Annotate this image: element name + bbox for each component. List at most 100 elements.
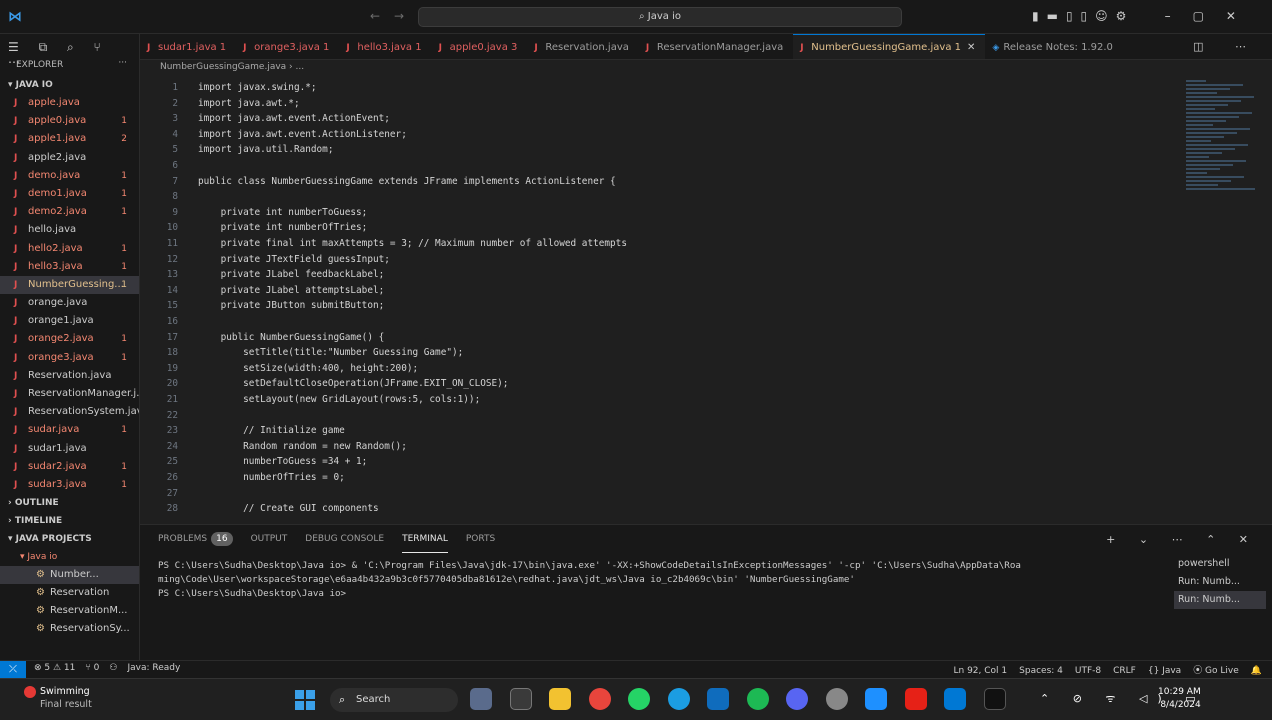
discord-icon[interactable]: [786, 688, 808, 710]
project-class-item[interactable]: Number...: [0, 566, 139, 585]
layout-icons[interactable]: ▮▬▯▯☺⚙: [1032, 9, 1134, 23]
code-line[interactable]: 25 numberToGuess =34 + 1;: [140, 454, 1184, 470]
file-item[interactable]: demo1.java 1: [0, 185, 139, 203]
panel-tab[interactable]: PROBLEMS 16: [158, 525, 233, 553]
editor-tab[interactable]: Release Notes: 1.92.0: [985, 35, 1123, 59]
code-line[interactable]: 12 private JTextField guessInput;: [140, 252, 1184, 268]
youtube-icon[interactable]: [904, 688, 927, 710]
window-controls[interactable]: –▢✕: [1165, 9, 1258, 23]
editor-tab[interactable]: sudar1.java 1: [140, 35, 236, 59]
code-line[interactable]: 21 setLayout(new GridLayout(rows:5, cols…: [140, 392, 1184, 408]
file-item[interactable]: NumberGuessing...1: [0, 275, 139, 295]
file-item[interactable]: sudar3.java 1: [0, 476, 139, 494]
status-item-right[interactable]: Ln 92, Col 1: [954, 666, 1008, 676]
file-item[interactable]: apple2.java: [0, 149, 139, 167]
code-line[interactable]: 16: [140, 314, 1184, 330]
spotify-icon[interactable]: [746, 688, 769, 710]
project-java-io[interactable]: ▾ Java io: [0, 548, 139, 566]
terminal-instance[interactable]: Run: Numb...: [1174, 573, 1266, 591]
activity-icons[interactable]: ☰ ⧉ ⌕ ⑂ ⋯: [0, 34, 139, 69]
more-icon[interactable]: ···: [118, 58, 127, 68]
editor-tab[interactable]: hello3.java 1: [339, 35, 431, 59]
file-item[interactable]: sudar2.java 1: [0, 458, 139, 476]
breadcrumb[interactable]: NumberGuessingGame.java › ...: [160, 62, 304, 78]
minimap[interactable]: [1186, 78, 1262, 198]
edge-icon[interactable]: [667, 688, 690, 710]
store-icon[interactable]: [707, 688, 729, 710]
widgets-app-icon[interactable]: [470, 688, 492, 710]
folder-root[interactable]: ▾ JAVA IO: [0, 76, 139, 94]
settings-icon[interactable]: [825, 688, 848, 710]
file-item[interactable]: orange2.java 1: [0, 330, 139, 348]
project-class-item[interactable]: ReservationSy...: [0, 620, 139, 638]
java-projects-section[interactable]: ▾ JAVA PROJECTS: [0, 530, 139, 548]
timeline-section[interactable]: › TIMELINE: [0, 512, 139, 530]
file-item[interactable]: demo2.java 1: [0, 203, 139, 221]
project-class-item[interactable]: ReservationM...: [0, 602, 139, 620]
file-item[interactable]: sudar.java 1: [0, 421, 139, 439]
code-line[interactable]: 1 import javax.swing.*;: [140, 80, 1184, 96]
terminal-instance[interactable]: powershell: [1174, 555, 1266, 573]
file-item[interactable]: apple0.java 1: [0, 112, 139, 130]
code-line[interactable]: 22: [140, 408, 1184, 424]
file-item[interactable]: ReservationManager.j...: [0, 385, 139, 403]
file-item[interactable]: apple1.java 2: [0, 130, 139, 148]
status-item-left[interactable]: Java: Ready: [127, 663, 180, 673]
code-line[interactable]: 18 setTitle(title:"Number Guessing Game"…: [140, 345, 1184, 361]
panel-tab[interactable]: TERMINAL: [402, 525, 448, 553]
code-line[interactable]: 17 public NumberGuessingGame() {: [140, 330, 1184, 346]
code-line[interactable]: 28 // Create GUI components: [140, 501, 1184, 517]
taskbar-search[interactable]: ⌕ Search: [330, 688, 458, 712]
status-item-left[interactable]: ⑂ 0: [85, 663, 99, 673]
nav-arrows[interactable]: ←→: [370, 9, 418, 23]
status-item-left[interactable]: ⚇: [109, 663, 117, 673]
file-item[interactable]: sudar1.java: [0, 440, 139, 458]
snipping-tool-icon[interactable]: [865, 688, 887, 710]
status-item-right[interactable]: 🔔: [1251, 666, 1262, 676]
clock[interactable]: 10:29 AM 8/4/2024: [1158, 686, 1201, 712]
code-line[interactable]: 9 private int numberToGuess;: [140, 205, 1184, 221]
file-item[interactable]: orange.java: [0, 294, 139, 312]
terminal-instance[interactable]: Run: Numb...: [1174, 591, 1266, 609]
project-class-item[interactable]: Reservation: [0, 584, 139, 602]
file-item[interactable]: hello.java: [0, 221, 139, 239]
start-button[interactable]: [295, 690, 315, 710]
panel-tab[interactable]: OUTPUT: [251, 525, 288, 553]
code-line[interactable]: 20 setDefaultCloseOperation(JFrame.EXIT_…: [140, 376, 1184, 392]
code-line[interactable]: 13 private JLabel feedbackLabel;: [140, 267, 1184, 283]
code-line[interactable]: 14 private JLabel attemptsLabel;: [140, 283, 1184, 299]
terminal-output[interactable]: PS C:\Users\Sudha\Desktop\Java io> & 'C:…: [158, 559, 1178, 601]
close-icon[interactable]: ✕: [967, 42, 975, 53]
code-line[interactable]: 11 private final int maxAttempts = 3; //…: [140, 236, 1184, 252]
file-explorer-icon[interactable]: [549, 688, 571, 710]
panel-tab[interactable]: DEBUG CONSOLE: [305, 525, 384, 553]
editor-tab[interactable]: ReservationManager.java: [639, 35, 793, 59]
status-item-right[interactable]: ⦿ Go Live: [1193, 666, 1239, 676]
status-item-right[interactable]: UTF-8: [1075, 666, 1101, 676]
panel-actions[interactable]: + ⌄ ⋯ ⌃ ✕: [1106, 533, 1258, 546]
code-line[interactable]: 24 Random random = new Random();: [140, 439, 1184, 455]
file-item[interactable]: demo.java 1: [0, 167, 139, 185]
code-line[interactable]: 4 import java.awt.event.ActionListener;: [140, 127, 1184, 143]
remote-icon[interactable]: ⤫: [0, 661, 26, 678]
file-item[interactable]: orange1.java: [0, 312, 139, 330]
tab-actions[interactable]: ◫ ⋯: [1193, 40, 1260, 53]
vscode-taskbar-icon[interactable]: [944, 688, 966, 710]
editor-tab[interactable]: Reservation.java: [527, 35, 638, 59]
chrome-icon[interactable]: [588, 688, 611, 710]
code-line[interactable]: 8: [140, 189, 1184, 205]
whatsapp-icon[interactable]: [628, 688, 650, 710]
file-item[interactable]: ReservationSystem.java: [0, 403, 139, 421]
code-line[interactable]: 5 import java.util.Random;: [140, 142, 1184, 158]
command-center-search[interactable]: ⌕ Java io: [418, 7, 902, 27]
file-item[interactable]: hello3.java 1: [0, 258, 139, 276]
vscode-logo-icon[interactable]: ⋈: [8, 9, 24, 25]
terminal-taskbar-icon[interactable]: [983, 688, 1006, 710]
code-line[interactable]: 7 public class NumberGuessingGame extends…: [140, 174, 1184, 190]
status-item-left[interactable]: ⊗ 5 ⚠ 11: [34, 663, 75, 673]
task-view-icon[interactable]: [509, 688, 532, 710]
editor-tab[interactable]: apple0.java 3: [432, 35, 528, 59]
code-line[interactable]: 15 private JButton submitButton;: [140, 298, 1184, 314]
file-item[interactable]: hello2.java 1: [0, 240, 139, 258]
code-line[interactable]: 10 private int numberOfTries;: [140, 220, 1184, 236]
